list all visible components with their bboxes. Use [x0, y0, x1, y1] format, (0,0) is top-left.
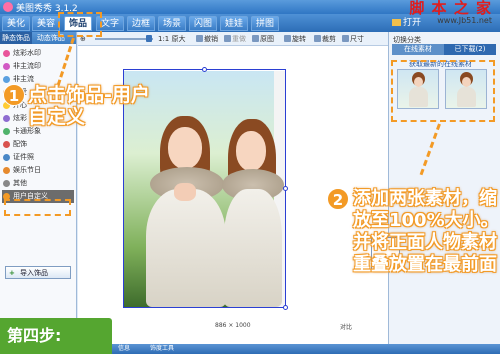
- rotate-handle[interactable]: [202, 67, 207, 72]
- step-label: 第四步:: [0, 318, 112, 354]
- crop-icon: [314, 35, 321, 42]
- highlight-user-custom: [4, 199, 71, 216]
- undo-button[interactable]: 撤销: [196, 33, 218, 45]
- app-icon: [3, 2, 13, 12]
- tab-online-materials[interactable]: 在线素材: [392, 44, 444, 55]
- decoration-category-panel: 静态饰品 动态饰品 炫彩水印 非主流印 非主流 可爱 开心 炫彩 卡通形象 配饰…: [0, 32, 77, 344]
- highlight-materials: [391, 60, 495, 122]
- resize-handle-corner[interactable]: [283, 305, 288, 310]
- rotate-icon: [284, 35, 291, 42]
- step-one-instruction: 点击饰品-用户自定义: [28, 84, 150, 128]
- image-dimensions: 886 × 1000: [215, 322, 251, 329]
- zoom-slider[interactable]: [95, 38, 153, 40]
- watermark-url: www.Jb51.net: [437, 16, 492, 25]
- resize-icon: [342, 35, 349, 42]
- original-image-icon: [252, 35, 259, 42]
- status-info: 信息: [118, 345, 131, 352]
- step-one-badge: 1: [3, 84, 25, 106]
- redo-button[interactable]: 重做: [224, 33, 246, 45]
- original-image-button[interactable]: 原图: [252, 33, 274, 45]
- material-tabs: 在线素材 已下载(2): [392, 44, 498, 55]
- zoom-slider-thumb[interactable]: [146, 35, 152, 42]
- tab-frames[interactable]: 边框: [127, 16, 155, 31]
- category-item[interactable]: 配饰: [2, 138, 74, 151]
- category-item[interactable]: 其他: [2, 177, 74, 190]
- category-item[interactable]: 证件照: [2, 151, 74, 164]
- resize-button[interactable]: 尺寸: [342, 33, 364, 45]
- step-two-instruction: 添加两张素材，缩放至100%大小。并将正面人物素材重叠放置在最前面: [353, 188, 499, 275]
- rotate-button[interactable]: 旋转: [284, 33, 306, 45]
- original-size-button[interactable]: 1:1 原大: [158, 33, 186, 45]
- resize-handle-right[interactable]: [283, 186, 288, 191]
- tab-beauty[interactable]: 美容: [32, 16, 60, 31]
- tab-dolls[interactable]: 娃娃: [220, 16, 248, 31]
- tab-downloaded-materials[interactable]: 已下载(2): [444, 44, 496, 55]
- highlight-decoration-tab: [58, 12, 102, 37]
- step-two-badge: 2: [327, 188, 349, 210]
- site-watermark: 脚 本 之 家 www.Jb51.net: [409, 0, 492, 25]
- category-item[interactable]: 炫彩水印: [2, 47, 74, 60]
- category-item[interactable]: 娱乐节日: [2, 164, 74, 177]
- import-decoration-button[interactable]: 导入饰品: [5, 266, 71, 280]
- undo-icon: [196, 35, 203, 42]
- status-tool: 饰度工具: [150, 345, 175, 352]
- watermark-title: 脚 本 之 家: [409, 0, 492, 17]
- crop-button[interactable]: 裁剪: [314, 33, 336, 45]
- redo-icon: [224, 35, 231, 42]
- tab-collage[interactable]: 拼图: [251, 16, 279, 31]
- tab-beautify[interactable]: 美化: [2, 16, 30, 31]
- compare-button[interactable]: 对比: [340, 322, 352, 331]
- tab-scenes[interactable]: 场景: [158, 16, 186, 31]
- tab-flash[interactable]: 闪图: [189, 16, 217, 31]
- tab-static-decorations[interactable]: 静态饰品: [0, 32, 32, 44]
